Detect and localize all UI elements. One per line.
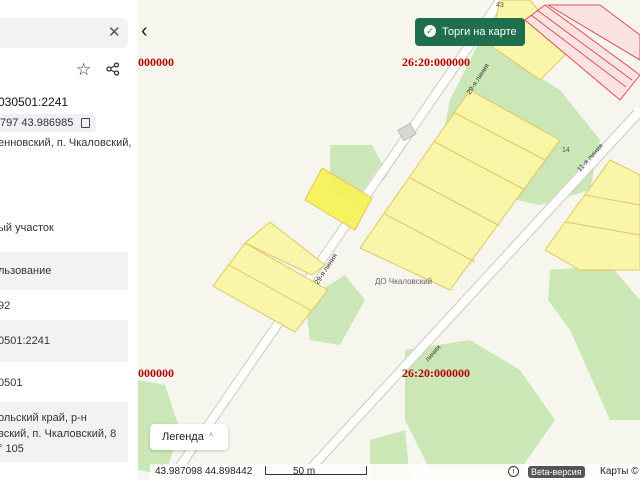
parcel-43-label: 43	[496, 2, 504, 9]
chevron-up-icon: ^	[209, 431, 214, 441]
maps-credit[interactable]: Карты © Я	[600, 466, 640, 477]
coord-lat: 43.987098	[155, 466, 203, 477]
torgi-label: Торги на карте	[442, 26, 517, 38]
address-line-1: ольский край, р-н	[0, 412, 87, 424]
copy-icon[interactable]	[81, 118, 90, 128]
torgi-on-map-button[interactable]: ✓ Торги на карте	[415, 18, 525, 46]
info-panel: ✕ ☆ 030501:2241 797 43.986985 енновский,…	[0, 0, 139, 480]
address-line-3: ° 105	[0, 443, 24, 455]
parcel-14-label: 14	[562, 147, 570, 154]
place-label: ДО Чкаловский	[375, 277, 432, 286]
coord-lon: 44.898442	[205, 466, 253, 477]
cadastre-label-4: 26:20:000000	[402, 366, 470, 380]
address-short: енновский, п. Чкаловский,	[0, 137, 132, 149]
quarter-number: 0501	[0, 377, 23, 389]
cadastre-label-1: 000000	[138, 55, 174, 69]
cadastral-map[interactable]: 29-я линия 29-я линия 11-я линия линия Д…	[138, 0, 640, 480]
coordinates-text: 797 43.986985	[0, 117, 74, 129]
cadastral-number: 030501:2241	[0, 95, 69, 109]
back-chevron-icon[interactable]: ‹	[141, 20, 148, 43]
check-icon: ✓	[424, 25, 436, 37]
cadastre-label-3: 000000	[138, 366, 174, 380]
legend-label: Легенда	[162, 431, 204, 443]
info-icon[interactable]: i	[508, 466, 519, 477]
scale-bar	[265, 466, 367, 475]
star-icon[interactable]: ☆	[76, 60, 91, 80]
address-line-2: вский, п. Чкаловский, 8	[0, 428, 117, 440]
beta-badge: Beta-версия	[528, 466, 585, 478]
usage-label: льзование	[0, 265, 52, 277]
area-value: 92	[0, 300, 11, 312]
cadastre-label-2: 26:20:000000	[402, 55, 470, 69]
share-icon[interactable]	[106, 62, 120, 76]
parent-number: 0501:2241	[0, 335, 50, 347]
legend-button[interactable]: Легенда ^	[150, 424, 228, 450]
close-icon[interactable]: ✕	[108, 25, 121, 41]
land-type: ый участок	[0, 222, 54, 234]
